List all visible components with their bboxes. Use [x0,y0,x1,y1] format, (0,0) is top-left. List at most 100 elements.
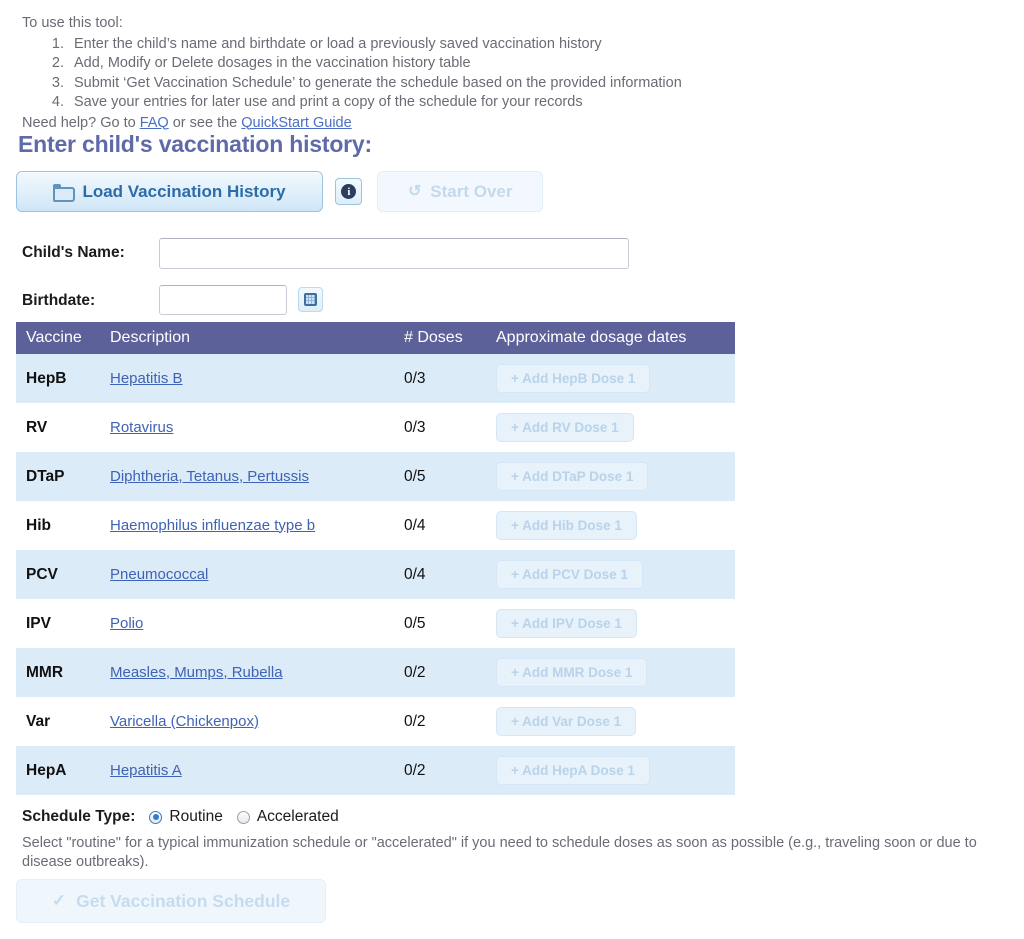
table-row: HepB Hepatitis B 0/3 + Add HepB Dose 1 [16,354,735,403]
cell-vaccine-code: RV [16,403,100,452]
page-title: Enter child's vaccination history: [18,131,372,158]
cell-doses: 0/4 [394,501,486,550]
radio-routine-indicator[interactable] [149,811,162,824]
cell-dosage-dates: + Add HepA Dose 1 [486,746,735,795]
schedule-type-label: Schedule Type: [22,808,135,826]
radio-routine[interactable]: Routine [149,808,222,826]
add-dose-button[interactable]: + Add Hib Dose 1 [496,511,637,540]
add-dose-button[interactable]: + Add HepA Dose 1 [496,756,650,785]
cell-doses: 0/4 [394,550,486,599]
instructions-lead: To use this tool: [22,14,1002,34]
add-dose-button[interactable]: + Add IPV Dose 1 [496,609,637,638]
column-header-dates: Approximate dosage dates [486,322,735,354]
child-name-label: Child's Name: [22,244,125,262]
column-header-vaccine: Vaccine [16,322,100,354]
cell-description: Varicella (Chickenpox) [100,697,394,746]
cell-dosage-dates: + Add Hib Dose 1 [486,501,735,550]
get-vaccination-schedule-button[interactable]: ✓ Get Vaccination Schedule [16,879,326,923]
table-row: MMR Measles, Mumps, Rubella 0/2 + Add MM… [16,648,735,697]
birthdate-label: Birthdate: [22,292,95,310]
faq-link[interactable]: FAQ [140,115,169,131]
column-header-description: Description [100,322,394,354]
vaccine-description-link[interactable]: Measles, Mumps, Rubella [110,664,283,681]
cell-vaccine-code: IPV [16,599,100,648]
column-header-doses: # Doses [394,322,486,354]
cell-doses: 0/3 [394,403,486,452]
instruction-step: Enter the child’s name and birthdate or … [68,35,1002,55]
radio-accelerated-label: Accelerated [257,808,339,826]
table-row: PCV Pneumococcal 0/4 + Add PCV Dose 1 [16,550,735,599]
instructions-list: Enter the child’s name and birthdate or … [22,35,1002,113]
vaccine-description-link[interactable]: Hepatitis B [110,370,183,387]
info-button[interactable]: i [335,178,362,205]
table-header: Vaccine Description # Doses Approximate … [16,322,735,354]
cell-doses: 0/3 [394,354,486,403]
submit-button-label: Get Vaccination Schedule [76,891,290,912]
add-dose-button[interactable]: + Add RV Dose 1 [496,413,634,442]
add-dose-button[interactable]: + Add MMR Dose 1 [496,658,647,687]
table-row: IPV Polio 0/5 + Add IPV Dose 1 [16,599,735,648]
table-header-row: Vaccine Description # Doses Approximate … [16,322,735,354]
need-help-middle: or see the [169,115,242,131]
radio-accelerated-indicator[interactable] [237,811,250,824]
cell-vaccine-code: HepB [16,354,100,403]
vaccine-description-link[interactable]: Polio [110,615,143,632]
undo-icon: ↺ [407,184,422,199]
instruction-step: Save your entries for later use and prin… [68,93,1002,113]
cell-dosage-dates: + Add IPV Dose 1 [486,599,735,648]
cell-vaccine-code: Hib [16,501,100,550]
check-icon: ✓ [52,891,66,911]
cell-dosage-dates: + Add PCV Dose 1 [486,550,735,599]
schedule-type-help-text: Select "routine" for a typical immunizat… [22,834,1012,871]
vaccine-description-link[interactable]: Rotavirus [110,419,173,436]
calendar-picker-button[interactable] [298,287,323,312]
cell-description: Pneumococcal [100,550,394,599]
vaccine-description-link[interactable]: Varicella (Chickenpox) [110,713,259,730]
load-button-label: Load Vaccination History [72,182,285,202]
cell-vaccine-code: Var [16,697,100,746]
cell-dosage-dates: + Add MMR Dose 1 [486,648,735,697]
cell-vaccine-code: PCV [16,550,100,599]
add-dose-button[interactable]: + Add DTaP Dose 1 [496,462,648,491]
start-over-button[interactable]: ↺ Start Over [377,171,543,212]
table-row: RV Rotavirus 0/3 + Add RV Dose 1 [16,403,735,452]
cell-doses: 0/2 [394,746,486,795]
cell-vaccine-code: MMR [16,648,100,697]
toolbar: Load Vaccination History i ↺ Start Over [16,171,543,215]
vaccine-description-link[interactable]: Diphtheria, Tetanus, Pertussis [110,468,309,485]
vaccine-description-link[interactable]: Haemophilus influenzae type b [110,517,315,534]
info-icon: i [341,184,356,199]
table-row: HepA Hepatitis A 0/2 + Add HepA Dose 1 [16,746,735,795]
vaccine-description-link[interactable]: Pneumococcal [110,566,208,583]
table-body: HepB Hepatitis B 0/3 + Add HepB Dose 1 R… [16,354,735,795]
add-dose-button[interactable]: + Add Var Dose 1 [496,707,636,736]
need-help-prefix: Need help? Go to [22,115,140,131]
cell-description: Haemophilus influenzae type b [100,501,394,550]
instruction-step: Submit ‘Get Vaccination Schedule’ to gen… [68,74,1002,94]
vaccination-scheduler-page: To use this tool: Enter the child’s name… [0,0,1024,939]
child-name-input[interactable] [159,238,629,269]
cell-description: Diphtheria, Tetanus, Pertussis [100,452,394,501]
cell-doses: 0/5 [394,452,486,501]
cell-description: Hepatitis A [100,746,394,795]
folder-open-icon [53,184,72,199]
cell-description: Rotavirus [100,403,394,452]
cell-vaccine-code: DTaP [16,452,100,501]
radio-accelerated[interactable]: Accelerated [237,808,339,826]
add-dose-button[interactable]: + Add HepB Dose 1 [496,364,650,393]
quickstart-guide-link[interactable]: QuickStart Guide [241,115,351,131]
vaccine-description-link[interactable]: Hepatitis A [110,762,182,779]
table-row: Var Varicella (Chickenpox) 0/2 + Add Var… [16,697,735,746]
cell-doses: 0/5 [394,599,486,648]
vaccination-history-table: Vaccine Description # Doses Approximate … [16,322,735,795]
cell-vaccine-code: HepA [16,746,100,795]
cell-doses: 0/2 [394,697,486,746]
load-vaccination-history-button[interactable]: Load Vaccination History [16,171,323,212]
schedule-type-row: Schedule Type: Routine Accelerated [22,806,353,828]
instructions-block: To use this tool: Enter the child’s name… [22,14,1002,133]
cell-doses: 0/2 [394,648,486,697]
cell-dosage-dates: + Add DTaP Dose 1 [486,452,735,501]
add-dose-button[interactable]: + Add PCV Dose 1 [496,560,643,589]
birthdate-input[interactable] [159,285,287,315]
start-over-label: Start Over [422,182,512,202]
